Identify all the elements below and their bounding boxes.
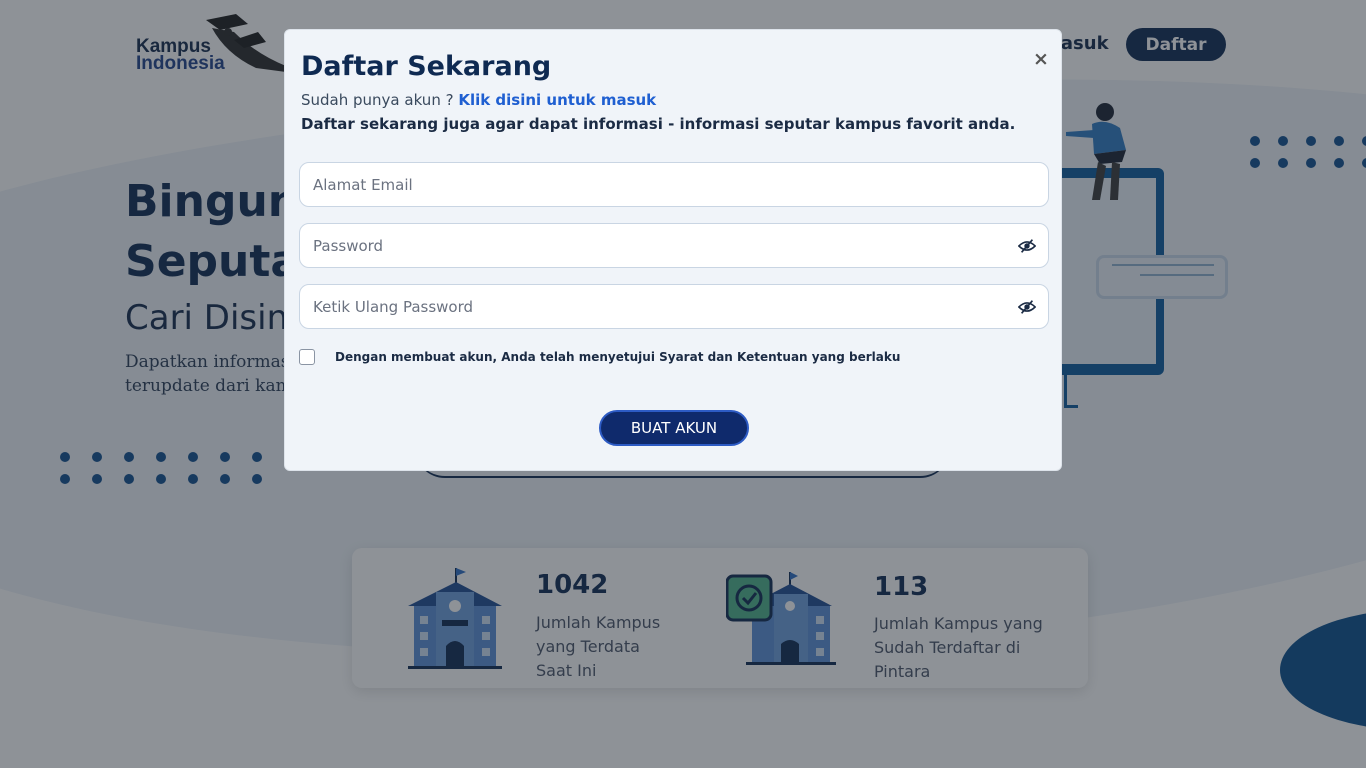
- modal-description: Daftar sekarang juga agar dapat informas…: [301, 115, 1016, 133]
- terms-label: Dengan membuat akun, Anda telah menyetuj…: [335, 350, 901, 364]
- close-icon[interactable]: ×: [1030, 48, 1052, 70]
- eye-slash-icon[interactable]: [1018, 238, 1036, 254]
- eye-slash-icon[interactable]: [1018, 299, 1036, 315]
- email-input[interactable]: [300, 163, 1048, 206]
- modal-title: Daftar Sekarang: [301, 51, 552, 82]
- terms-agreement: Dengan membuat akun, Anda telah menyetuj…: [299, 347, 999, 367]
- confirm-password-field: [299, 284, 1049, 329]
- register-modal: Daftar Sekarang × Sudah punya akun ? Kli…: [284, 29, 1062, 471]
- confirm-password-input[interactable]: [300, 285, 1048, 328]
- login-link[interactable]: Klik disini untuk masuk: [458, 91, 656, 109]
- password-field: [299, 223, 1049, 268]
- terms-checkbox[interactable]: [299, 349, 315, 365]
- password-input[interactable]: [300, 224, 1048, 267]
- create-account-button[interactable]: BUAT AKUN: [599, 410, 749, 446]
- login-prompt-text: Sudah punya akun ?: [301, 91, 459, 109]
- login-prompt: Sudah punya akun ? Klik disini untuk mas…: [301, 91, 656, 109]
- email-field: [299, 162, 1049, 207]
